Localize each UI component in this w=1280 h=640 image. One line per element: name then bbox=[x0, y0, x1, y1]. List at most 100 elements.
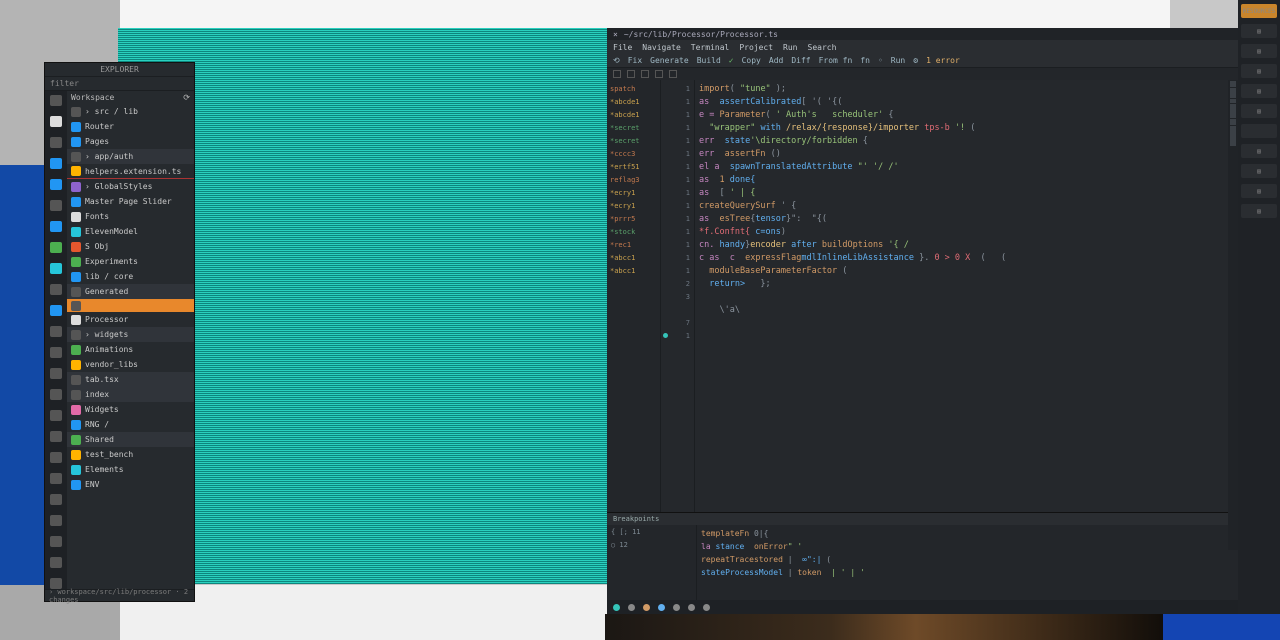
line-number[interactable]: 1 bbox=[661, 225, 694, 238]
dock-item[interactable]: RESOURCES bbox=[1241, 4, 1277, 18]
activity-icon[interactable] bbox=[50, 536, 62, 547]
toolbar-button[interactable]: Diff bbox=[791, 56, 810, 65]
toolbar-button[interactable]: Generate bbox=[650, 56, 689, 65]
tree-item[interactable]: › app/auth bbox=[67, 149, 194, 164]
code-line[interactable]: moduleBaseParameterFactor ( bbox=[699, 264, 1238, 277]
tree-item[interactable] bbox=[67, 299, 194, 312]
tree-item[interactable]: index bbox=[67, 387, 194, 402]
activity-icon[interactable] bbox=[50, 326, 62, 337]
tree-item[interactable]: ENV bbox=[67, 477, 194, 492]
status-indicator-icon[interactable] bbox=[703, 604, 710, 611]
code-line[interactable]: return> }; bbox=[699, 277, 1238, 290]
tree-item[interactable]: Processor bbox=[67, 312, 194, 327]
tree-item[interactable]: tab.tsx bbox=[67, 372, 194, 387]
activity-icon[interactable] bbox=[50, 221, 62, 232]
code-line[interactable]: *f.Confnt{ c=ons) bbox=[699, 225, 1238, 238]
minimap[interactable] bbox=[1228, 80, 1238, 550]
code-line[interactable]: as [ ' | { bbox=[699, 186, 1238, 199]
code-line[interactable]: as esTree{tensor}": "{( bbox=[699, 212, 1238, 225]
activity-icon[interactable] bbox=[50, 347, 62, 358]
tree-item[interactable]: Fonts bbox=[67, 209, 194, 224]
explorer-filter-input[interactable]: filter bbox=[45, 77, 194, 91]
line-number[interactable] bbox=[661, 303, 694, 316]
line-number[interactable]: 1 bbox=[661, 121, 694, 134]
toolbar-button[interactable]: ⚙ bbox=[913, 56, 918, 65]
activity-icon[interactable] bbox=[50, 158, 62, 169]
dock-item[interactable] bbox=[1241, 124, 1277, 138]
toolbar-button[interactable]: Copy bbox=[742, 56, 761, 65]
tree-item[interactable]: Animations bbox=[67, 342, 194, 357]
dock-item[interactable]: ▤ bbox=[1241, 204, 1277, 218]
activity-icon[interactable] bbox=[50, 368, 62, 379]
line-number[interactable]: 7 bbox=[661, 316, 694, 329]
status-indicator-icon[interactable] bbox=[673, 604, 680, 611]
code-line[interactable] bbox=[699, 316, 1238, 329]
line-number[interactable]: 1 bbox=[661, 108, 694, 121]
dock-item[interactable]: ▤ bbox=[1241, 84, 1277, 98]
toolbar-button[interactable]: Add bbox=[769, 56, 783, 65]
toolbar-button[interactable]: Build bbox=[697, 56, 721, 65]
activity-icon[interactable] bbox=[50, 284, 62, 295]
activity-icon[interactable] bbox=[50, 410, 62, 421]
breadcrumb-segment[interactable] bbox=[641, 70, 649, 78]
code-line[interactable]: import( "tune" ); bbox=[699, 82, 1238, 95]
dock-item[interactable]: ▤ bbox=[1241, 164, 1277, 178]
line-number[interactable]: 1 bbox=[661, 329, 694, 342]
tree-item[interactable]: Router bbox=[67, 119, 194, 134]
tree-item[interactable]: RNG / bbox=[67, 417, 194, 432]
code-area[interactable]: import( "tune" );as assertCalibrated[ '(… bbox=[695, 80, 1238, 512]
toolbar-button[interactable]: Fix bbox=[628, 56, 642, 65]
toolbar-button[interactable]: Run bbox=[891, 56, 905, 65]
status-indicator-icon[interactable] bbox=[613, 604, 620, 611]
activity-icon[interactable] bbox=[50, 242, 62, 253]
activity-icon[interactable] bbox=[50, 263, 62, 274]
terminal-tabs[interactable]: Breakpoints bbox=[607, 513, 1238, 525]
menu-item[interactable]: Terminal bbox=[691, 43, 730, 52]
activity-icon[interactable] bbox=[50, 473, 62, 484]
line-number[interactable]: 1 bbox=[661, 251, 694, 264]
activity-icon[interactable] bbox=[50, 137, 62, 148]
dock-item[interactable]: ▤ bbox=[1241, 144, 1277, 158]
line-number[interactable]: 1 bbox=[661, 147, 694, 160]
line-number[interactable]: 1 bbox=[661, 95, 694, 108]
status-indicator-icon[interactable] bbox=[628, 604, 635, 611]
line-number[interactable]: 1 bbox=[661, 238, 694, 251]
code-line[interactable]: err assertFn () bbox=[699, 147, 1238, 160]
toolbar-button[interactable]: ✓ bbox=[729, 56, 734, 65]
code-line[interactable]: \'a\ bbox=[699, 303, 1238, 316]
tree-item[interactable]: test_bench bbox=[67, 447, 194, 462]
tree-item[interactable]: S Obj bbox=[67, 239, 194, 254]
activity-icon[interactable] bbox=[50, 200, 62, 211]
terminal-tab[interactable]: Breakpoints bbox=[613, 515, 659, 523]
dock-item[interactable]: ▤ bbox=[1241, 184, 1277, 198]
breadcrumb-segment[interactable] bbox=[613, 70, 621, 78]
line-number[interactable]: 1 bbox=[661, 199, 694, 212]
tree-item[interactable]: lib / core bbox=[67, 269, 194, 284]
breadcrumb-segment[interactable] bbox=[627, 70, 635, 78]
activity-icon[interactable] bbox=[50, 431, 62, 442]
tree-item[interactable]: vendor_libs bbox=[67, 357, 194, 372]
tree-item[interactable]: Experiments bbox=[67, 254, 194, 269]
status-indicator-icon[interactable] bbox=[688, 604, 695, 611]
activity-icon[interactable] bbox=[50, 179, 62, 190]
code-line[interactable]: as 1 done{ bbox=[699, 173, 1238, 186]
toolbar-button[interactable]: fn bbox=[860, 56, 870, 65]
menu-item[interactable]: File bbox=[613, 43, 632, 52]
code-line[interactable]: e = Parameter( ' Auth's scheduler' { bbox=[699, 108, 1238, 121]
tree-item[interactable]: › widgets bbox=[67, 327, 194, 342]
toolbar-button[interactable]: From fn bbox=[819, 56, 853, 65]
code-line[interactable] bbox=[699, 342, 1238, 355]
breadcrumb-segment[interactable] bbox=[669, 70, 677, 78]
tab-close-icon[interactable]: × bbox=[613, 30, 618, 39]
editor-tabbar[interactable]: × ~/src/lib/Processor/Processor.ts bbox=[607, 28, 1238, 40]
toolbar-button[interactable]: ⟲ bbox=[613, 56, 620, 65]
status-indicator-icon[interactable] bbox=[658, 604, 665, 611]
tree-item[interactable]: Generated bbox=[67, 284, 194, 299]
code-line[interactable] bbox=[699, 329, 1238, 342]
refresh-icon[interactable]: ⟳ bbox=[183, 93, 190, 102]
line-number[interactable] bbox=[661, 342, 694, 355]
tree-item[interactable]: › GlobalStyles bbox=[67, 179, 194, 194]
line-number[interactable]: 1 bbox=[661, 173, 694, 186]
tree-item[interactable]: Shared bbox=[67, 432, 194, 447]
activity-icon[interactable] bbox=[50, 95, 62, 106]
